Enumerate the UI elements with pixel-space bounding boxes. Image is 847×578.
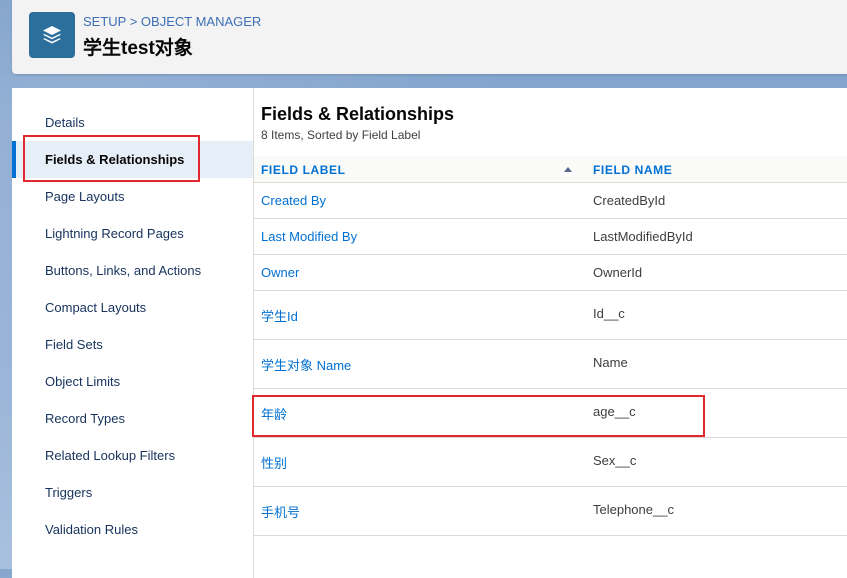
- table-row: 学生Id Id__c: [254, 291, 847, 340]
- field-name: age__c: [593, 404, 636, 419]
- field-label-link[interactable]: Owner: [261, 265, 299, 280]
- field-label-link[interactable]: 学生Id: [261, 306, 298, 325]
- table-row: 年龄 age__c: [254, 389, 847, 438]
- field-name: Name: [593, 355, 628, 370]
- breadcrumb[interactable]: SETUP > OBJECT MANAGER: [83, 14, 261, 29]
- layers-icon: [29, 12, 75, 58]
- field-name: LastModifiedById: [593, 229, 693, 244]
- table-row: Last Modified By LastModifiedById: [254, 219, 847, 255]
- column-header-field-label[interactable]: FIELD LABEL: [261, 156, 346, 184]
- table-row: 性别 Sex__c: [254, 438, 847, 487]
- sidebar-item-buttons-links-actions[interactable]: Buttons, Links, and Actions: [12, 252, 253, 289]
- field-name: Sex__c: [593, 453, 637, 468]
- page-title: 学生test对象: [83, 38, 193, 59]
- section-title: Fields & Relationships: [261, 104, 455, 124]
- fields-table: FIELD LABEL FIELD NAME Created By Create…: [254, 156, 847, 536]
- sidebar-item-object-limits[interactable]: Object Limits: [12, 363, 253, 400]
- field-label-link[interactable]: 年龄: [261, 404, 287, 423]
- object-manager-sidebar: Details Fields & Relationships Page Layo…: [12, 88, 254, 578]
- field-label-link[interactable]: Last Modified By: [261, 229, 357, 244]
- sidebar-item-fields-relationships[interactable]: Fields & Relationships: [12, 141, 253, 178]
- field-label-link[interactable]: 学生对象 Name: [261, 355, 351, 374]
- column-header-field-name[interactable]: FIELD NAME: [593, 156, 672, 184]
- table-header: FIELD LABEL FIELD NAME: [254, 156, 847, 183]
- section-subtitle: 8 Items, Sorted by Field Label: [261, 128, 421, 142]
- field-label-link[interactable]: 手机号: [261, 502, 300, 521]
- table-row: 手机号 Telephone__c: [254, 487, 847, 536]
- sidebar-item-page-layouts[interactable]: Page Layouts: [12, 178, 253, 215]
- field-name: CreatedById: [593, 193, 666, 208]
- sidebar-item-field-sets[interactable]: Field Sets: [12, 326, 253, 363]
- field-name: OwnerId: [593, 265, 643, 280]
- table-row: Created By CreatedById: [254, 183, 847, 219]
- sidebar-item-lightning-record-pages[interactable]: Lightning Record Pages: [12, 215, 253, 252]
- sort-ascending-icon[interactable]: [564, 167, 572, 172]
- sidebar-item-compact-layouts[interactable]: Compact Layouts: [12, 289, 253, 326]
- field-label-link[interactable]: 性别: [261, 453, 287, 472]
- fields-panel: Fields & Relationships 8 Items, Sorted b…: [254, 88, 847, 578]
- sidebar-item-triggers[interactable]: Triggers: [12, 474, 253, 511]
- sidebar-item-record-types[interactable]: Record Types: [12, 400, 253, 437]
- table-row: Owner OwnerId: [254, 255, 847, 291]
- sidebar-item-details[interactable]: Details: [12, 104, 253, 141]
- object-header: SETUP > OBJECT MANAGER 学生test对象: [12, 0, 847, 74]
- field-name: Telephone__c: [593, 502, 674, 517]
- field-label-link[interactable]: Created By: [261, 193, 326, 208]
- sidebar-item-related-lookup-filters[interactable]: Related Lookup Filters: [12, 437, 253, 474]
- table-row: 学生对象 Name Name: [254, 340, 847, 389]
- field-name: Id__c: [593, 306, 625, 321]
- sidebar-item-validation-rules[interactable]: Validation Rules: [12, 511, 253, 548]
